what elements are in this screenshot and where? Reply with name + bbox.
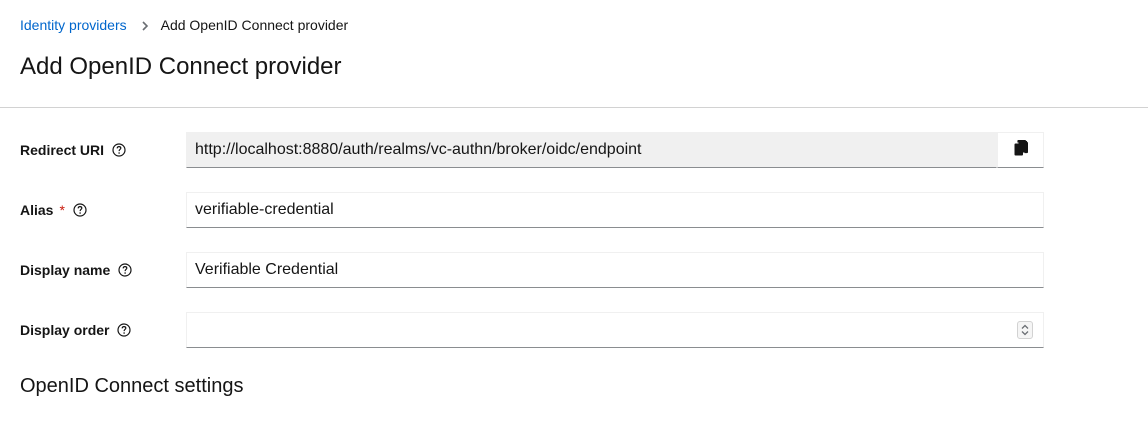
display-order-label: Display order [20, 322, 110, 338]
redirect-uri-label-group: Redirect URI [20, 132, 126, 168]
header-divider [0, 107, 1148, 108]
help-icon[interactable] [73, 203, 87, 217]
breadcrumb-current: Add OpenID Connect provider [160, 17, 349, 33]
copy-redirect-uri-button[interactable] [997, 132, 1044, 168]
openid-connect-settings-heading: OpenID Connect settings [20, 375, 244, 397]
alias-row: Alias * [0, 192, 1148, 228]
display-order-row: Display order [0, 312, 1148, 348]
alias-label-group: Alias * [20, 192, 87, 228]
redirect-uri-input[interactable] [186, 132, 997, 168]
help-icon[interactable] [117, 323, 132, 337]
display-name-label-group: Display name [20, 252, 132, 288]
breadcrumb-identity-providers-link[interactable]: Identity providers [20, 17, 127, 33]
display-name-row: Display name [0, 252, 1148, 288]
display-name-label: Display name [20, 262, 111, 278]
display-order-input[interactable] [186, 312, 1044, 348]
up-down-arrows-icon [1018, 322, 1032, 338]
chevron-right-icon [139, 19, 151, 31]
breadcrumb: Identity providers Add OpenID Connect pr… [20, 16, 348, 34]
display-order-stepper[interactable] [1017, 321, 1033, 339]
help-icon[interactable] [118, 263, 132, 277]
display-name-input[interactable] [186, 252, 1044, 288]
add-oidc-provider-page: Identity providers Add OpenID Connect pr… [0, 0, 1148, 440]
redirect-uri-label: Redirect URI [20, 142, 105, 158]
alias-input[interactable] [186, 192, 1044, 228]
page-title: Add OpenID Connect provider [20, 53, 342, 80]
display-order-label-group: Display order [20, 312, 132, 348]
copy-icon [1014, 139, 1028, 161]
required-marker: * [59, 202, 65, 218]
alias-label: Alias [20, 202, 54, 218]
redirect-uri-row: Redirect URI [0, 132, 1148, 168]
help-icon[interactable] [112, 143, 126, 157]
